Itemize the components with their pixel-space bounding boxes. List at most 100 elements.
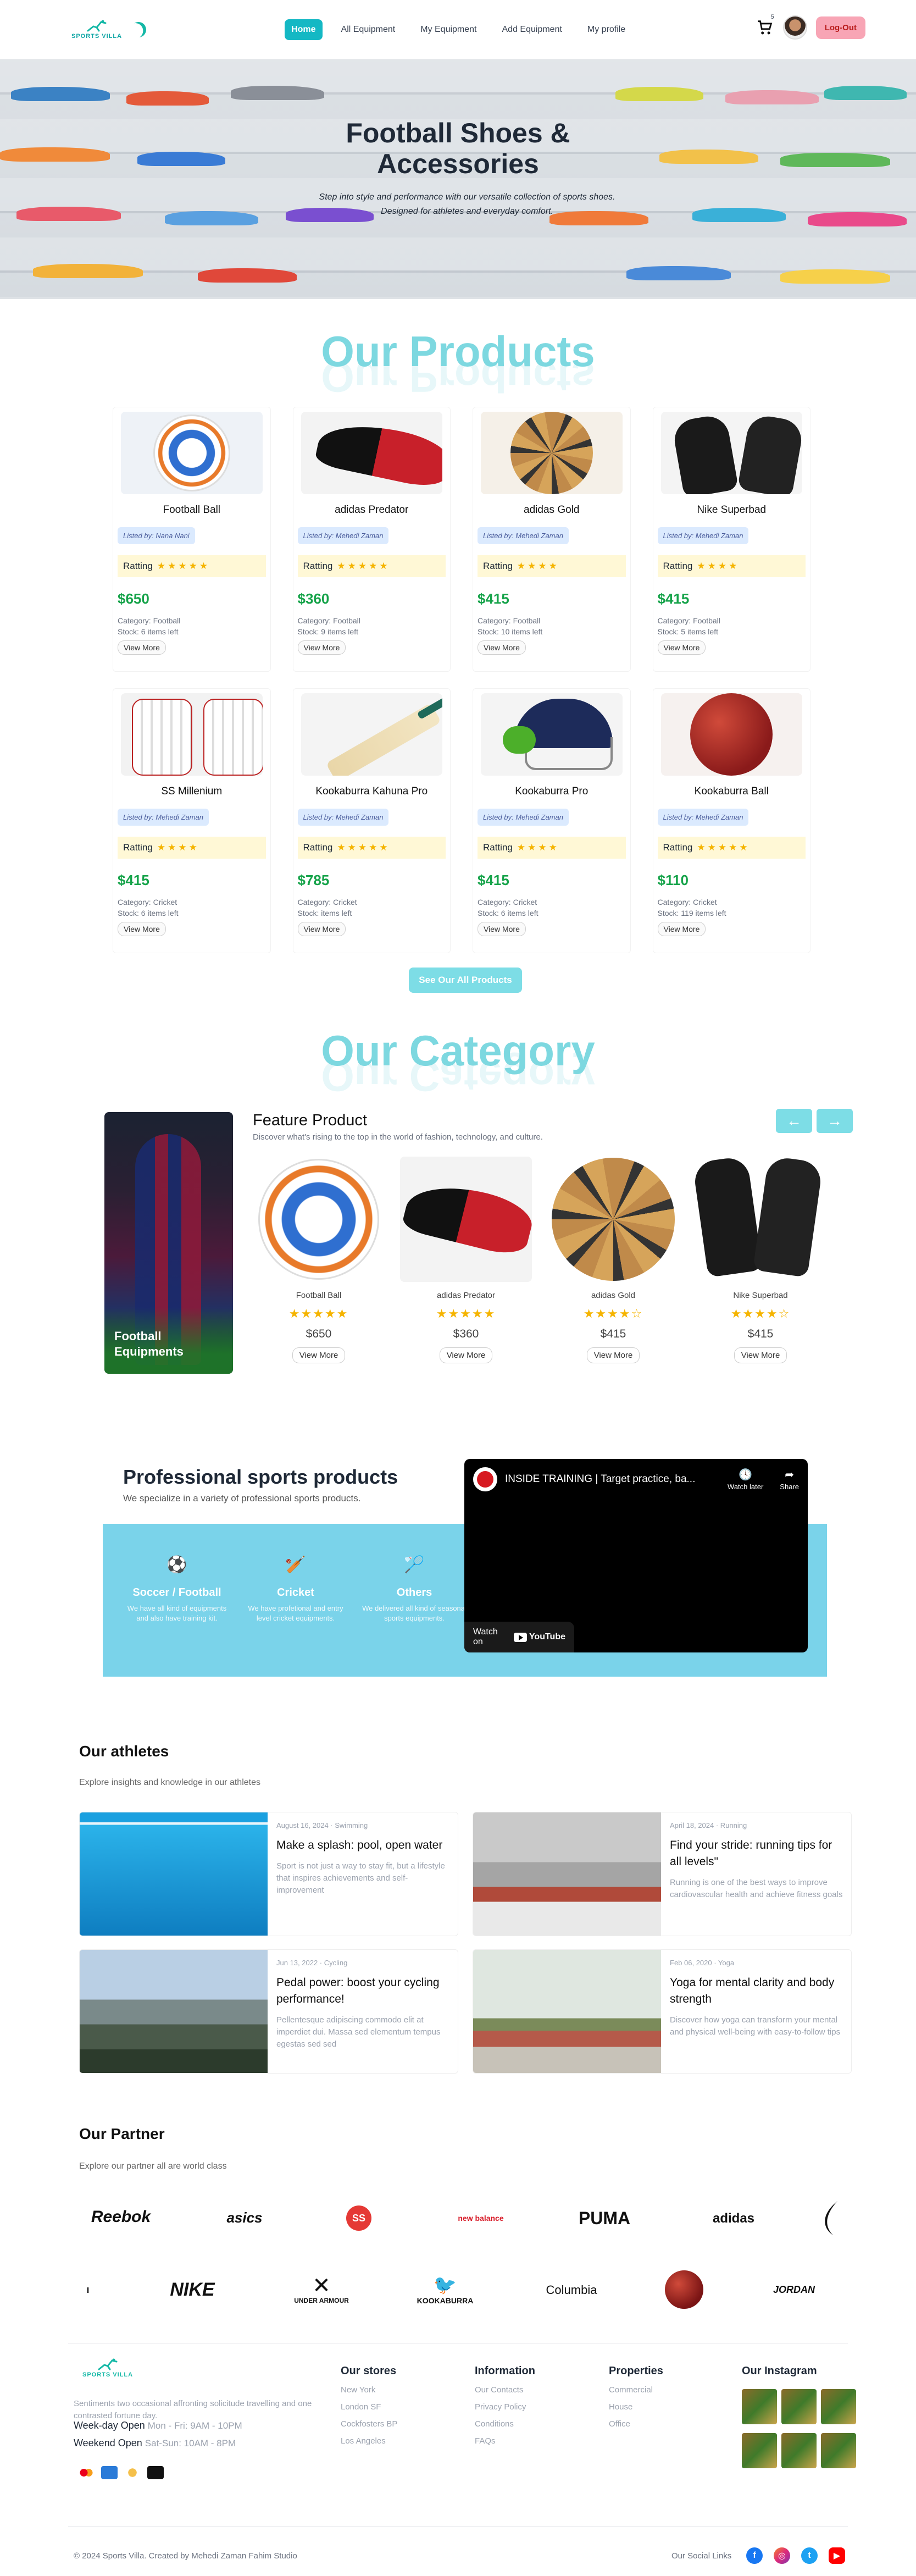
logout-button[interactable]: Log-Out <box>815 16 865 39</box>
shoe-shape <box>725 90 819 104</box>
nav-home[interactable]: Home <box>285 19 323 40</box>
youtube-video-embed[interactable]: INSIDE TRAINING | Target practice, ba...… <box>464 1459 808 1652</box>
feature-item-name: adidas Predator <box>437 1291 495 1300</box>
star-rating: ★★★★★ <box>337 842 390 853</box>
feature-title: Soccer / Football <box>132 1586 221 1599</box>
site-logo[interactable]: SPORTS VILLA <box>71 20 146 40</box>
footer-link[interactable]: London SF <box>341 2402 397 2412</box>
video-title[interactable]: INSIDE TRAINING | Target practice, ba... <box>505 1473 711 1485</box>
rating-label: Ratting <box>483 842 513 853</box>
channel-avatar[interactable] <box>473 1467 497 1491</box>
view-more-button[interactable]: View More <box>118 640 166 655</box>
clock-icon: 🕓 <box>739 1469 753 1481</box>
weekend-label: Weekend Open <box>74 2437 142 2448</box>
rating-label: Ratting <box>483 561 513 571</box>
blog-card[interactable]: Jun 13, 2022 · Cycling Pedal power: boos… <box>79 1949 458 2074</box>
blog-title[interactable]: Yoga for mental clarity and body strengt… <box>670 1975 843 2008</box>
product-meta: Category: Football Stock: 9 items left <box>298 615 446 637</box>
instagram-photo[interactable] <box>781 2389 817 2424</box>
watch-on-youtube-button[interactable]: Watch on YouTube <box>464 1622 574 1652</box>
nav-all-equipment[interactable]: All Equipment <box>335 19 402 40</box>
cart-button[interactable]: 5 <box>756 14 774 37</box>
star-rating: ★★★★ <box>517 842 559 853</box>
view-more-button[interactable]: View More <box>478 922 526 936</box>
instagram-photo[interactable] <box>821 2389 856 2424</box>
youtube-icon[interactable]: ▶ <box>829 2547 845 2564</box>
products-title-reflection: Our Products <box>321 353 595 401</box>
footer-link[interactable]: Los Angeles <box>341 2436 397 2446</box>
footer-link[interactable]: House <box>609 2402 663 2412</box>
footer-link[interactable]: New York <box>341 2385 397 2395</box>
product-name: adidas Gold <box>524 504 580 516</box>
shoe-shape <box>615 87 703 101</box>
brand-logo-ss: SS <box>346 2205 371 2231</box>
star-rating: ★★★★ <box>157 842 199 853</box>
view-more-button[interactable]: View More <box>297 640 346 655</box>
under-armour-wordmark: UNDER ARMOUR <box>294 2297 349 2304</box>
blog-title[interactable]: Find your stride: running tips for all l… <box>670 1837 843 1870</box>
view-more-button[interactable]: View More <box>586 1347 640 1363</box>
product-price: $650 <box>118 590 149 607</box>
see-all-products-button[interactable]: See Our All Products <box>409 968 522 993</box>
view-more-button[interactable]: View More <box>118 922 166 936</box>
instagram-photo[interactable] <box>821 2433 856 2468</box>
share-button[interactable]: ➦ Share <box>780 1468 799 1491</box>
feature-item-stars: ★★★★☆ <box>730 1307 791 1320</box>
copyright-text: © 2024 Sports Villa. Created by Mehedi Z… <box>74 2551 297 2561</box>
instagram-photo[interactable] <box>781 2433 817 2468</box>
product-category: Category: Cricket <box>478 898 537 906</box>
brand-logo-jordan: JORDAN <box>773 2284 815 2295</box>
carousel-next-button[interactable]: → <box>817 1109 853 1133</box>
view-more-button[interactable]: View More <box>734 1347 787 1363</box>
footer-link[interactable]: FAQs <box>475 2436 535 2446</box>
blog-title[interactable]: Make a splash: pool, open water <box>276 1837 449 1854</box>
nav-my-profile[interactable]: My profile <box>581 19 632 40</box>
footer-link[interactable]: Cockfosters BP <box>341 2419 397 2429</box>
carousel-prev-button[interactable]: ← <box>776 1109 812 1133</box>
blog-card[interactable]: August 16, 2024 · Swimming Make a splash… <box>79 1812 458 1936</box>
view-more-button[interactable]: View More <box>297 922 346 936</box>
rating-row: Ratting ★★★★ <box>478 555 626 577</box>
product-price: $415 <box>657 590 690 607</box>
feature-desc: We have profetional and entry level cric… <box>248 1604 343 1622</box>
blog-date: Feb 06, 2020 · Yoga <box>670 1959 735 1967</box>
feature-image-football <box>253 1157 385 1282</box>
nav-my-equipment[interactable]: My Equipment <box>414 19 483 40</box>
rating-label: Ratting <box>663 842 693 853</box>
footer-link[interactable]: Commercial <box>609 2385 663 2395</box>
product-card: Nike Superbad Listed by: Mehedi Zaman Ra… <box>652 407 810 672</box>
footer-link[interactable]: Office <box>609 2419 663 2429</box>
twitter-icon[interactable]: t <box>801 2547 818 2564</box>
instagram-photo[interactable] <box>742 2389 777 2424</box>
user-avatar[interactable] <box>782 15 807 40</box>
product-meta: Category: Football Stock: 6 items left <box>118 615 266 637</box>
footer-link[interactable]: Our Contacts <box>475 2385 535 2395</box>
view-more-button[interactable]: View More <box>657 922 706 936</box>
blog-card[interactable]: Feb 06, 2020 · Yoga Yoga for mental clar… <box>473 1949 852 2074</box>
weekend-time: Sat-Sun: 10AM - 8PM <box>145 2438 236 2448</box>
watch-later-button[interactable]: 🕓 Watch later <box>728 1468 763 1491</box>
shoe-shape <box>198 268 297 283</box>
brand-logo-asics: asics <box>226 2209 263 2226</box>
product-category: Category: Cricket <box>657 898 717 906</box>
theme-toggle-moon-icon[interactable] <box>129 20 148 40</box>
blog-card[interactable]: April 18, 2024 · Running Find your strid… <box>473 1812 852 1936</box>
footer-stores: Our stores New York London SF Cockfoster… <box>341 2365 397 2446</box>
view-more-button[interactable]: View More <box>292 1347 346 1363</box>
footer-link[interactable]: Conditions <box>475 2419 535 2429</box>
footer-link[interactable]: Privacy Policy <box>475 2402 535 2412</box>
facebook-icon[interactable]: f <box>746 2547 763 2564</box>
blog-date: April 18, 2024 · Running <box>670 1821 747 1829</box>
view-more-button[interactable]: View More <box>657 640 706 655</box>
product-category: Category: Cricket <box>118 898 177 906</box>
view-more-button[interactable]: View More <box>478 640 526 655</box>
category-tile-football[interactable]: Football Equipments <box>104 1112 233 1374</box>
blog-title[interactable]: Pedal power: boost your cycling performa… <box>276 1975 449 2008</box>
brand-logo-nike: NIKE <box>170 2279 215 2300</box>
instagram-photo[interactable] <box>742 2433 777 2468</box>
footer-logo[interactable]: SPORTS VILLA <box>82 2358 133 2378</box>
instagram-icon[interactable]: ◎ <box>774 2547 790 2564</box>
rating-row: Ratting ★★★★★ <box>297 837 446 859</box>
view-more-button[interactable]: View More <box>439 1347 493 1363</box>
nav-add-equipment[interactable]: Add Equipment <box>496 19 569 40</box>
